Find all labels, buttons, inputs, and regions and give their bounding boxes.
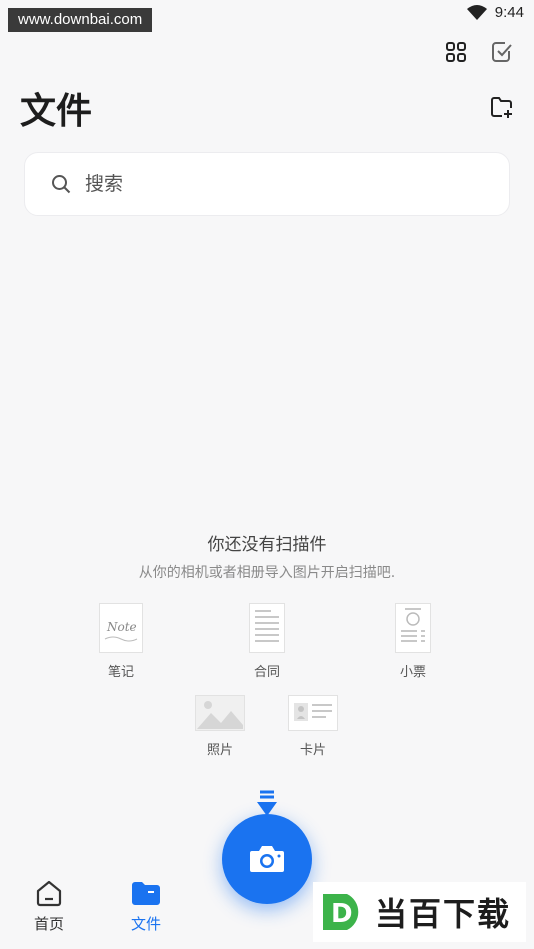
camera-button[interactable]	[222, 814, 312, 904]
nav-item-home[interactable]: 首页	[19, 879, 79, 934]
template-note[interactable]: Note 笔记	[76, 603, 166, 680]
empty-state-title: 你还没有扫描件	[207, 535, 327, 555]
status-time: 9:44	[494, 4, 524, 21]
receipt-thumbnail-icon	[395, 603, 431, 653]
photo-thumbnail-icon	[195, 695, 245, 731]
logo-letter: D	[331, 899, 353, 929]
scan-fab	[222, 790, 312, 905]
page-title: 文件	[20, 91, 93, 132]
watermark: www.downbai.com	[8, 8, 153, 32]
search-input[interactable]	[85, 173, 465, 195]
camera-icon	[250, 846, 284, 872]
status-indicators: 9:44	[466, 4, 524, 21]
home-icon	[36, 880, 62, 907]
select-button[interactable]	[490, 40, 514, 64]
grid-icon	[446, 42, 466, 62]
template-label: 小票	[399, 665, 426, 680]
search-bar[interactable]	[24, 152, 510, 216]
template-label: 合同	[253, 665, 280, 680]
template-card[interactable]: 卡片	[268, 695, 358, 758]
top-toolbar	[444, 40, 514, 64]
new-folder-button[interactable]	[490, 96, 514, 120]
folder-icon	[132, 882, 160, 905]
template-label: 笔记	[107, 665, 134, 680]
empty-state-subtitle: 从你的相机或者相册导入图片开启扫描吧.	[138, 565, 396, 581]
note-thumb-text: Note	[106, 620, 137, 634]
wifi-icon	[466, 4, 487, 20]
card-thumbnail-icon	[288, 695, 338, 731]
template-photo[interactable]: 照片	[175, 695, 265, 758]
template-label: 照片	[206, 743, 233, 758]
search-icon	[52, 175, 71, 194]
template-label: 卡片	[299, 743, 326, 758]
logo-text: 当百下载	[375, 895, 512, 933]
new-folder-icon	[491, 97, 512, 118]
nav-item-files[interactable]: 文件	[116, 879, 176, 934]
logo-d-icon: D	[323, 894, 359, 930]
grid-view-button[interactable]	[444, 40, 468, 64]
contract-thumbnail-icon	[249, 603, 285, 653]
site-logo: D 当百下载	[313, 882, 526, 942]
checkbox-icon	[492, 42, 512, 62]
template-receipt[interactable]: 小票	[368, 603, 458, 680]
nav-label: 文件	[130, 915, 161, 933]
template-contract[interactable]: 合同	[222, 603, 312, 680]
note-thumbnail-icon: Note	[99, 603, 143, 653]
nav-label: 首页	[33, 915, 64, 933]
status-bar: www.downbai.com 9:44	[0, 0, 534, 32]
